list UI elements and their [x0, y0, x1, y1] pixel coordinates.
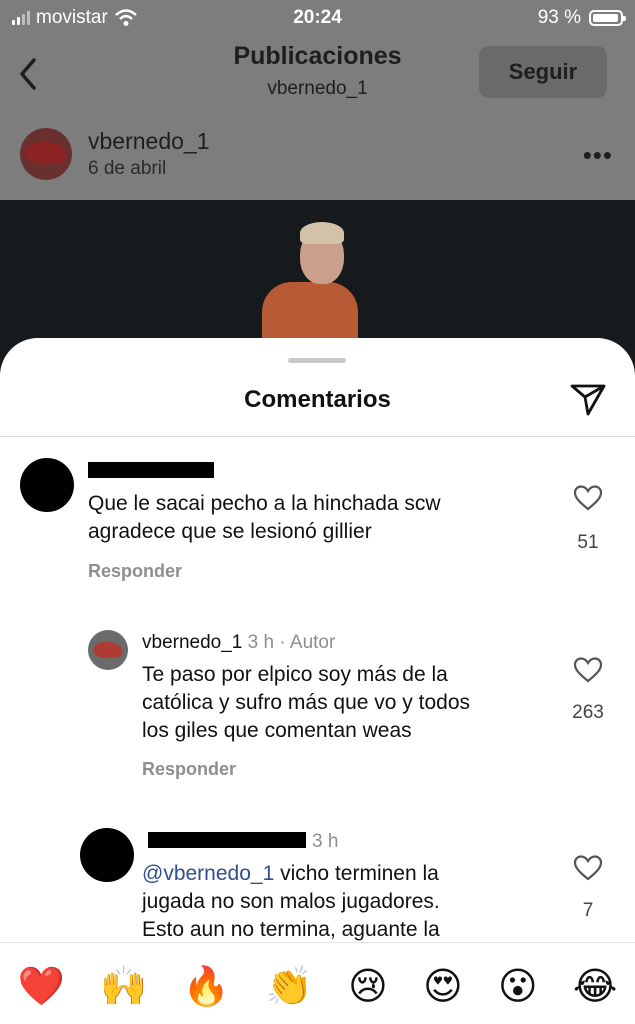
post-author-avatar[interactable] — [20, 128, 72, 180]
top-nav: Publicaciones vbernedo_1 Seguir — [0, 36, 635, 116]
battery-percent: 93 % — [537, 7, 581, 28]
crying-face-emoji[interactable]: 😢 — [348, 963, 388, 1009]
tears-of-joy-emoji[interactable]: 😂 — [573, 963, 617, 1009]
mention-link[interactable]: @vbernedo_1 — [142, 862, 274, 885]
comment-time: 3 h — [312, 831, 339, 852]
battery-icon — [589, 10, 626, 26]
more-options-icon[interactable]: ••• — [583, 140, 613, 171]
clapping-hands-emoji[interactable]: 👏 — [266, 963, 313, 1009]
status-bar: movistar 20:24 93 % — [0, 0, 635, 36]
raised-hands-emoji[interactable]: 🙌 — [100, 963, 147, 1009]
fire-emoji[interactable]: 🔥 — [183, 963, 230, 1009]
post-date: 6 de abril — [88, 158, 167, 179]
post-author-username[interactable]: vbernedo_1 — [88, 128, 210, 155]
comment-item: 3 h @vbernedo_1 vicho terminen la jugada… — [0, 338, 635, 942]
red-heart-emoji[interactable]: ❤️ — [18, 963, 65, 1009]
comment-text: @vbernedo_1 vicho terminen la jugada no … — [142, 862, 440, 941]
redacted-username — [148, 832, 306, 848]
like-count: 7 — [582, 900, 594, 921]
comments-sheet: Comentarios Que le sacai pecho a la hinc… — [0, 338, 635, 1024]
emoji-bar: ❤️ 🙌 🔥 👏 😢 😍 😮 😂 — [0, 956, 635, 1016]
surprised-face-emoji[interactable]: 😮 — [498, 963, 538, 1009]
post-header: vbernedo_1 6 de abril ••• — [0, 116, 635, 200]
heart-outline-icon[interactable] — [573, 854, 603, 882]
heart-eyes-emoji[interactable]: 😍 — [423, 963, 463, 1009]
comment-meta: 3 h — [312, 831, 338, 853]
follow-button[interactable]: Seguir — [479, 46, 607, 98]
commenter-avatar[interactable] — [80, 828, 134, 882]
